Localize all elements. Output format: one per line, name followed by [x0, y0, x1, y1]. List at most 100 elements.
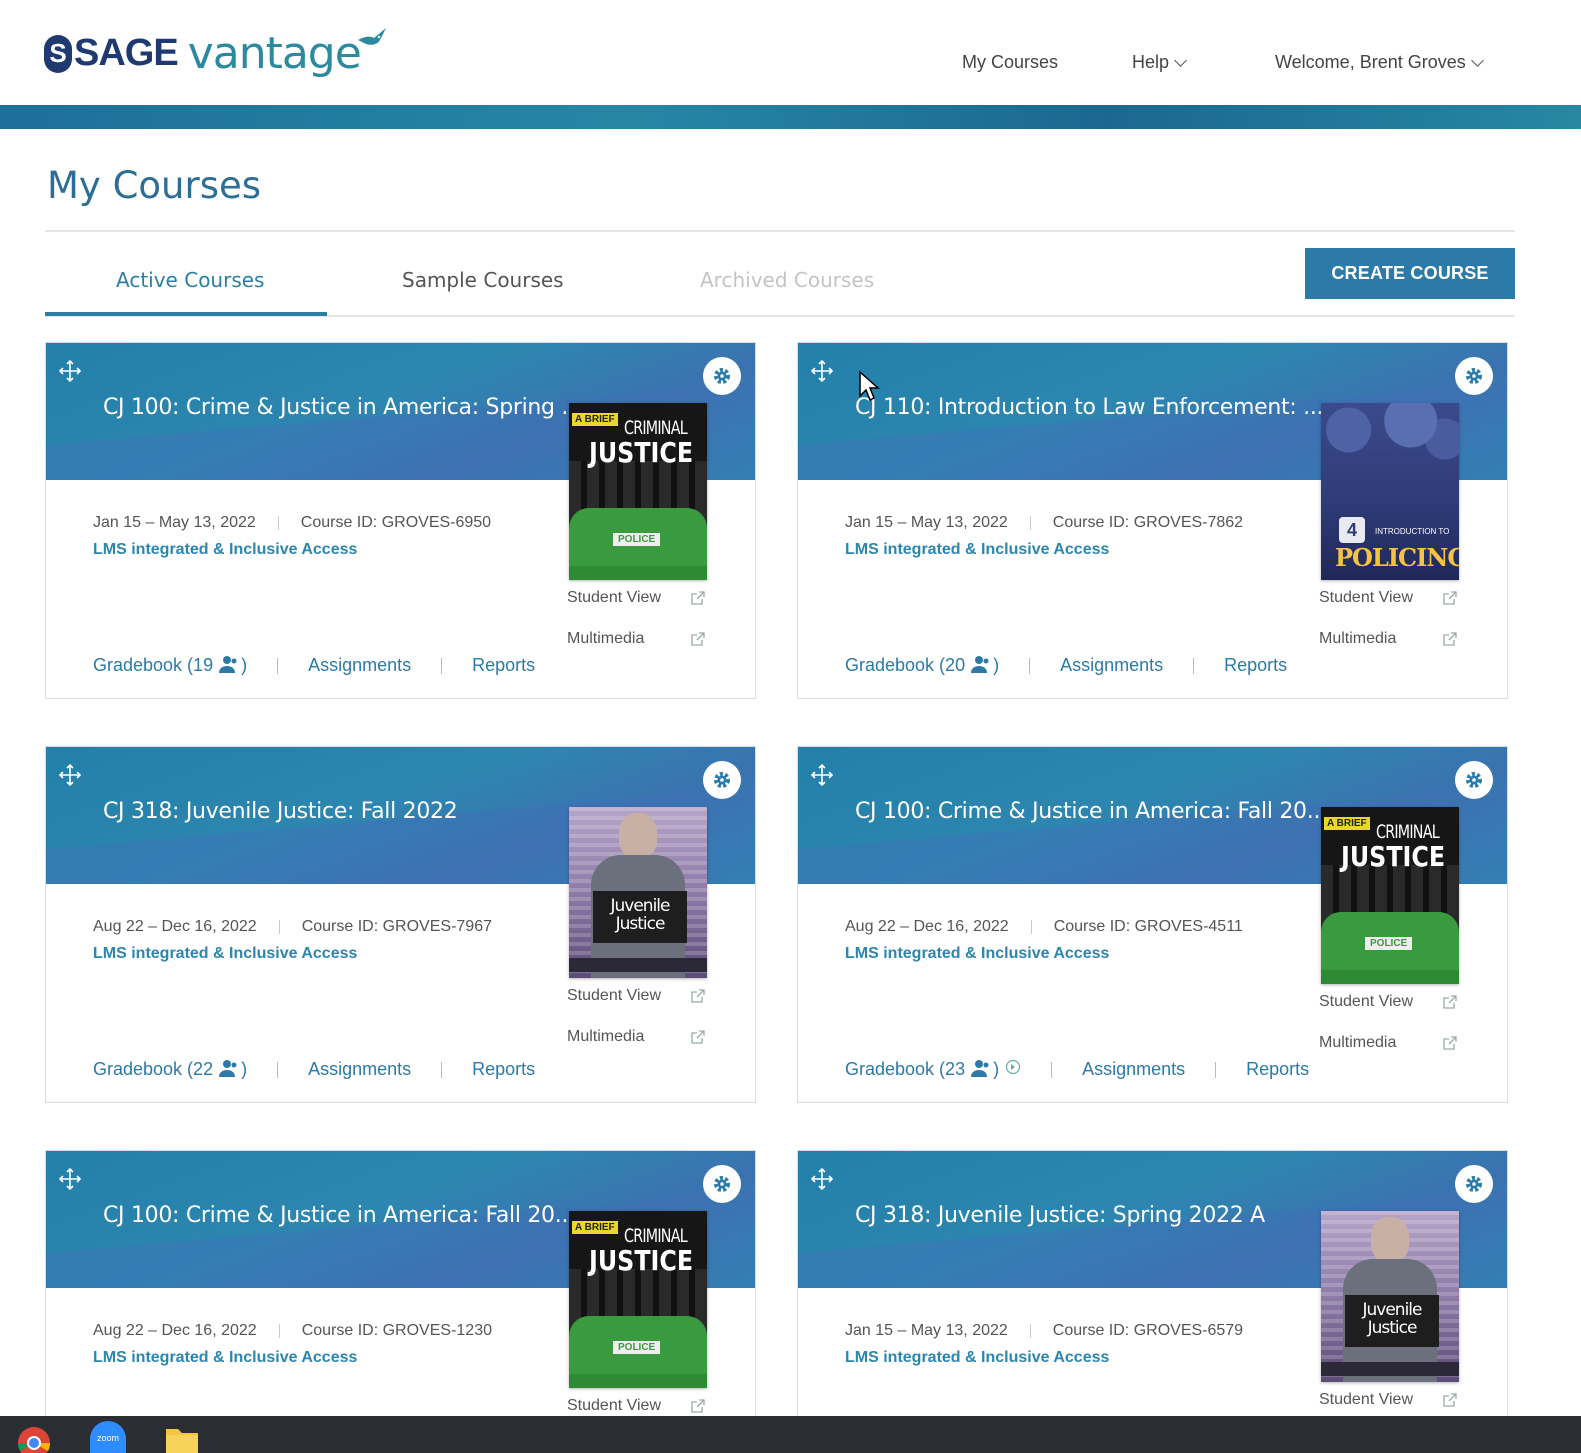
move-icon[interactable] — [58, 763, 82, 787]
cover-text: Juvenile Justice — [1345, 1295, 1439, 1347]
cover-text: POLICE — [613, 533, 661, 546]
gear-icon — [714, 772, 730, 788]
course-settings-button[interactable] — [1455, 357, 1493, 395]
course-settings-button[interactable] — [703, 761, 741, 799]
move-icon[interactable] — [810, 359, 834, 383]
external-link-icon[interactable] — [690, 1030, 705, 1045]
course-settings-button[interactable] — [1455, 761, 1493, 799]
course-title[interactable]: CJ 100: Crime & Justice in America: Spri… — [103, 395, 582, 420]
gradebook-close: ) — [993, 1059, 1000, 1079]
course-title[interactable]: CJ 100: Crime & Justice in America: Fall… — [855, 799, 1327, 824]
cover-text: JUSTICE — [589, 1244, 694, 1277]
gradebook-close: ) — [241, 655, 248, 675]
student-view-link[interactable]: Student View — [567, 1397, 661, 1415]
cover-text: Juvenile Justice — [593, 891, 687, 943]
external-link-icon[interactable] — [690, 591, 705, 606]
move-icon[interactable] — [810, 1167, 834, 1191]
tab-archived-courses[interactable]: Archived Courses — [700, 268, 874, 292]
sage-vantage-logo[interactable]: S SAGE vantage — [44, 28, 386, 79]
cover-text: POLICE — [613, 1341, 661, 1354]
tab-active-courses[interactable]: Active Courses — [116, 268, 264, 292]
external-link-icon[interactable] — [1442, 1036, 1457, 1051]
course-links: Gradebook (23) Assignments Reports — [845, 1059, 1309, 1080]
gradebook-link[interactable]: Gradebook (22) — [93, 1059, 247, 1080]
cover-text: A BRIEF — [572, 1221, 618, 1234]
lms-integration-link[interactable]: LMS integrated & Inclusive Access — [93, 1349, 357, 1367]
chevron-down-icon — [1470, 53, 1484, 67]
course-settings-button[interactable] — [1455, 1165, 1493, 1203]
gradebook-link[interactable]: Gradebook (23) — [845, 1059, 1021, 1080]
gradebook-label: Gradebook (20 — [845, 655, 966, 675]
page-title: My Courses — [47, 164, 262, 207]
zoom-icon[interactable]: zoom — [90, 1421, 126, 1453]
reports-link[interactable]: Reports — [472, 1059, 535, 1080]
student-view-link[interactable]: Student View — [1319, 589, 1413, 607]
multimedia-link[interactable]: Multimedia — [567, 630, 644, 648]
assignments-link[interactable]: Assignments — [308, 1059, 411, 1080]
course-settings-button[interactable] — [703, 1165, 741, 1203]
course-dates: Jan 15 – May 13, 2022 — [845, 1322, 1008, 1339]
external-link-icon[interactable] — [1442, 1393, 1457, 1408]
logo-s-mark: S — [44, 34, 72, 73]
tab-sample-courses[interactable]: Sample Courses — [402, 268, 564, 292]
nav-help-menu[interactable]: Help — [1132, 52, 1187, 73]
multimedia-link[interactable]: Multimedia — [1319, 1034, 1396, 1052]
course-dates: Aug 22 – Dec 16, 2022 — [93, 1322, 257, 1339]
student-view-link[interactable]: Student View — [567, 987, 661, 1005]
external-link-icon[interactable] — [690, 1399, 705, 1414]
cover-text: POLICE — [1365, 937, 1413, 950]
external-link-icon[interactable] — [690, 632, 705, 647]
student-view-link[interactable]: Student View — [1319, 1391, 1413, 1409]
lms-integration-link[interactable]: LMS integrated & Inclusive Access — [93, 945, 357, 963]
assignments-link[interactable]: Assignments — [1060, 655, 1163, 676]
assignments-link[interactable]: Assignments — [1082, 1059, 1185, 1080]
course-title[interactable]: CJ 318: Juvenile Justice: Spring 2022 A — [855, 1203, 1265, 1228]
header-stripe — [0, 105, 1581, 129]
gear-icon — [714, 368, 730, 384]
move-icon[interactable] — [810, 763, 834, 787]
create-course-button[interactable]: CREATE COURSE — [1305, 248, 1515, 299]
nav-my-courses[interactable]: My Courses — [962, 52, 1058, 73]
lms-integration-link[interactable]: LMS integrated & Inclusive Access — [93, 541, 357, 559]
lms-integration-link[interactable]: LMS integrated & Inclusive Access — [845, 541, 1109, 559]
gradebook-link[interactable]: Gradebook (19) — [93, 655, 247, 676]
gear-icon — [1466, 1176, 1482, 1192]
multimedia-link[interactable]: Multimedia — [1319, 630, 1396, 648]
external-link-icon[interactable] — [690, 989, 705, 1004]
cover-text: POLICING — [1335, 543, 1459, 572]
file-explorer-icon[interactable] — [164, 1421, 200, 1453]
sync-status-icon — [1005, 1059, 1021, 1075]
external-link-icon[interactable] — [1442, 632, 1457, 647]
book-cover-criminal-justice: A BRIEF CRIMINAL JUSTICE POLICE — [1321, 807, 1459, 984]
external-link-icon[interactable] — [1442, 591, 1457, 606]
move-icon[interactable] — [58, 359, 82, 383]
reports-link[interactable]: Reports — [1224, 655, 1287, 676]
course-card: CJ 100: Crime & Justice in America: Fall… — [797, 746, 1508, 1103]
gradebook-link[interactable]: Gradebook (20) — [845, 655, 999, 676]
student-view-link[interactable]: Student View — [1319, 993, 1413, 1011]
cover-text: 4 — [1339, 517, 1365, 543]
chrome-icon[interactable] — [16, 1421, 52, 1453]
course-title[interactable]: CJ 318: Juvenile Justice: Fall 2022 — [103, 799, 458, 824]
course-settings-button[interactable] — [703, 357, 741, 395]
book-cover-criminal-justice: A BRIEF CRIMINAL JUSTICE POLICE — [569, 1211, 707, 1388]
course-title[interactable]: CJ 100: Crime & Justice in America: Fall… — [103, 1203, 575, 1228]
chevron-down-icon — [1174, 53, 1187, 67]
student-view-link[interactable]: Student View — [567, 589, 661, 607]
lms-integration-link[interactable]: LMS integrated & Inclusive Access — [845, 1349, 1109, 1367]
gradebook-close: ) — [241, 1059, 248, 1079]
reports-link[interactable]: Reports — [1246, 1059, 1309, 1080]
course-links: Gradebook (20) Assignments Reports — [845, 655, 1287, 676]
nav-user-menu[interactable]: Welcome, Brent Groves — [1275, 52, 1484, 73]
lms-integration-link[interactable]: LMS integrated & Inclusive Access — [845, 945, 1109, 963]
nav-welcome-label: Welcome, Brent Groves — [1275, 52, 1466, 72]
os-taskbar: zoom — [0, 1416, 1581, 1453]
course-card: CJ 318: Juvenile Justice: Fall 2022 Juve… — [45, 746, 756, 1103]
course-id: Course ID: GROVES-7967 — [301, 918, 492, 935]
reports-link[interactable]: Reports — [472, 655, 535, 676]
assignments-link[interactable]: Assignments — [308, 655, 411, 676]
external-link-icon[interactable] — [1442, 995, 1457, 1010]
multimedia-link[interactable]: Multimedia — [567, 1028, 644, 1046]
course-title[interactable]: CJ 110: Introduction to Law Enforcement:… — [855, 395, 1324, 420]
move-icon[interactable] — [58, 1167, 82, 1191]
